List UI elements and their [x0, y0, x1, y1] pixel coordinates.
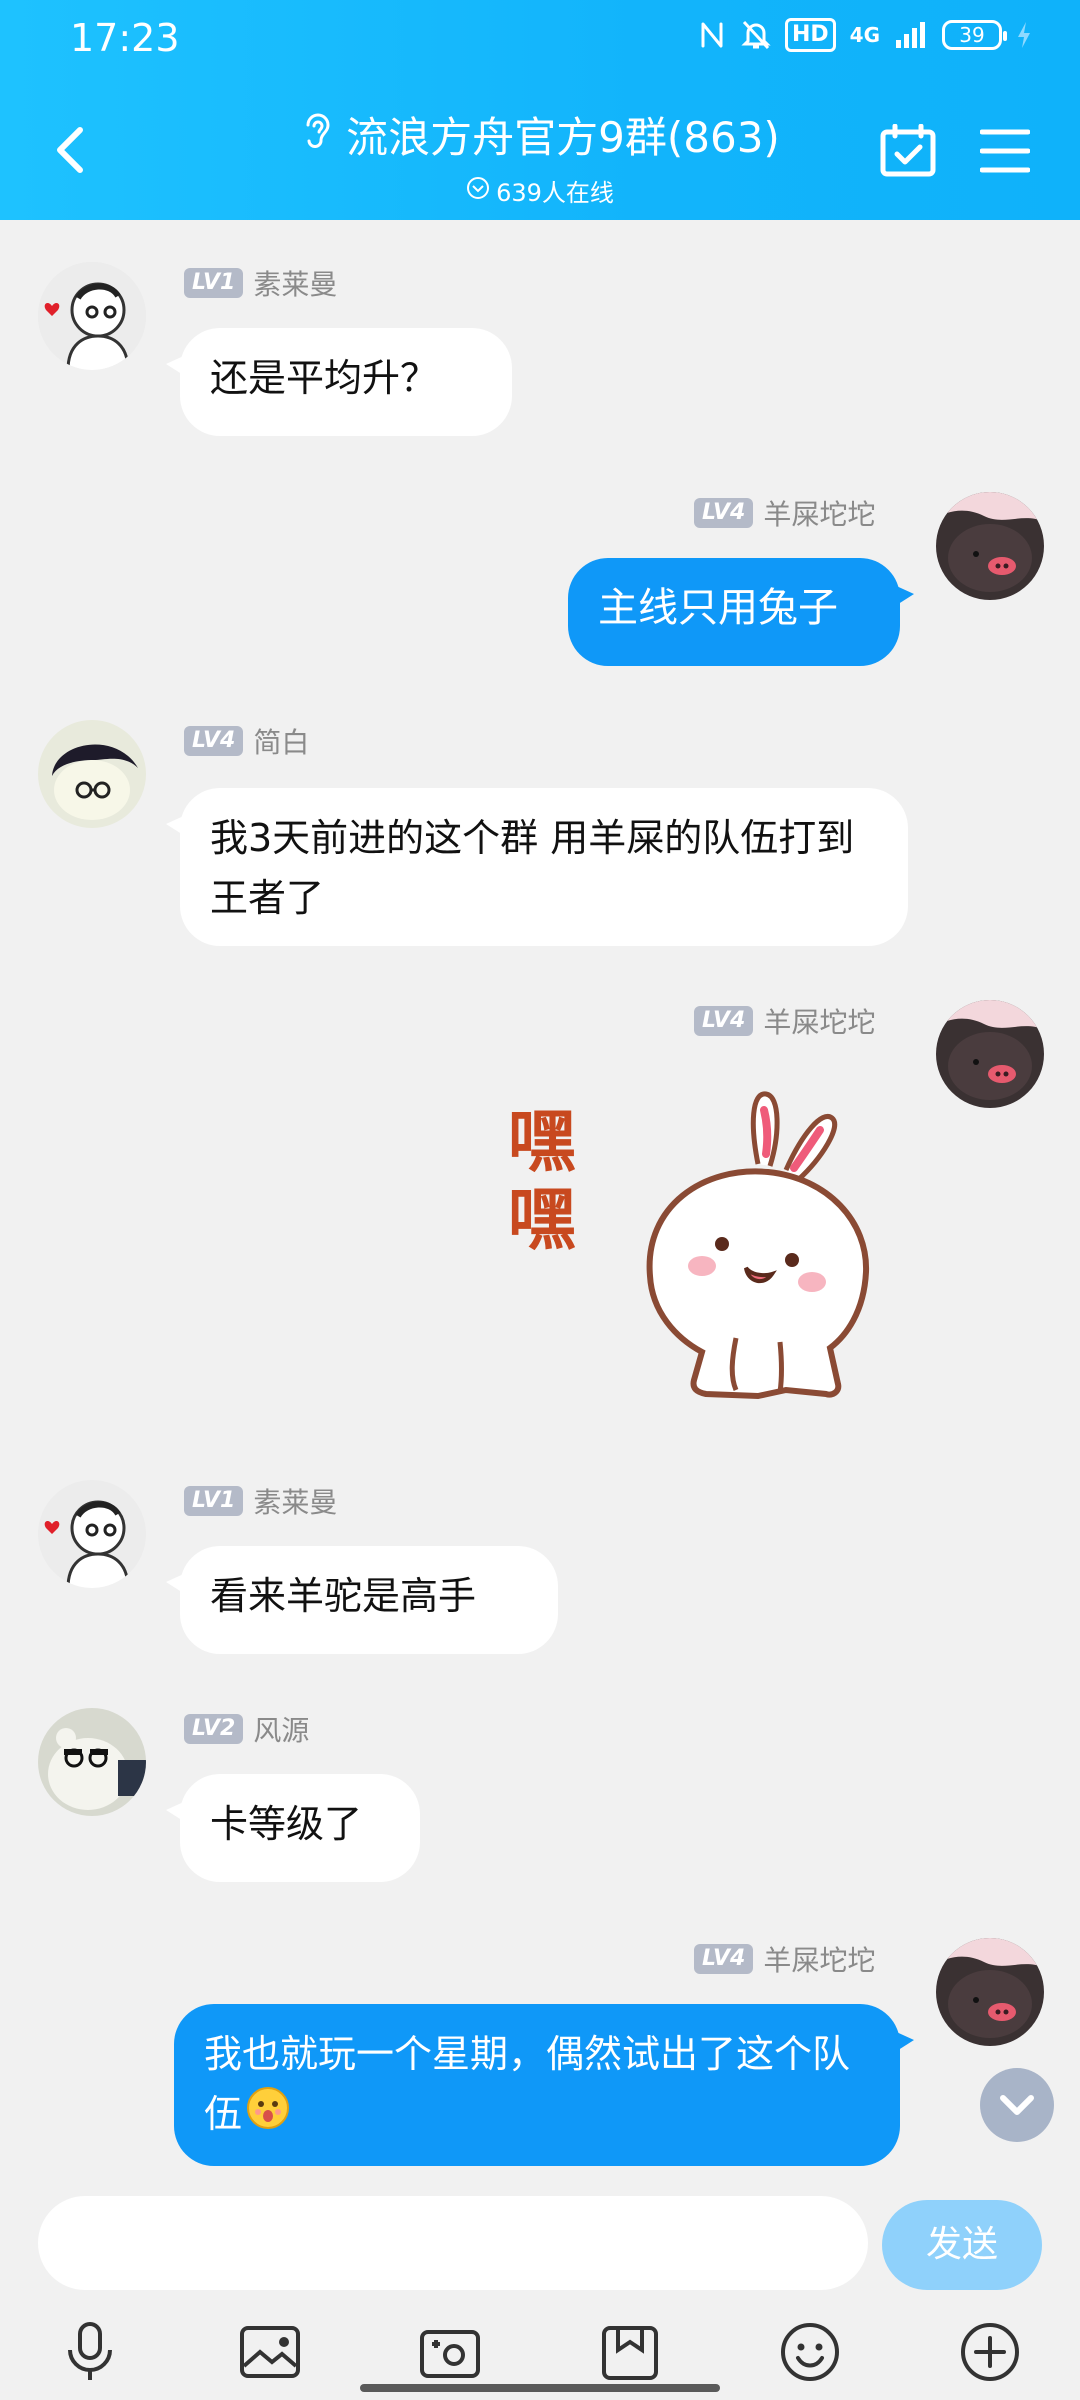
group-title: 流浪方舟官方9群(863)	[346, 113, 780, 162]
level-badge: LV2	[184, 1714, 244, 1744]
message-meta: LV4 羊屎坨坨	[694, 493, 875, 533]
chevron-down-icon	[1000, 2095, 1034, 2115]
sender-name[interactable]: 简白	[253, 721, 309, 761]
camera-icon	[420, 2330, 480, 2378]
avatar[interactable]	[936, 1938, 1044, 2046]
calendar-button[interactable]	[880, 123, 936, 178]
scroll-to-bottom-button[interactable]	[980, 2068, 1054, 2142]
chevron-down-circle-icon	[466, 176, 490, 206]
mute-bell-icon	[741, 19, 771, 51]
file-button[interactable]	[598, 2320, 662, 2384]
status-time: 17:23	[70, 16, 180, 60]
message-meta: LV1 素莱曼	[184, 1481, 337, 1521]
sender-name[interactable]: 羊屎坨坨	[763, 1939, 875, 1979]
message-bubble[interactable]: 我3天前进的这个群 用羊屎的队伍打到王者了	[166, 788, 908, 946]
image-button[interactable]	[238, 2320, 302, 2384]
message-meta: LV2 风源	[184, 1709, 309, 1749]
sender-name[interactable]: 羊屎坨坨	[763, 1001, 875, 1041]
charging-icon	[1016, 20, 1032, 50]
plus-icon	[961, 2323, 1019, 2381]
message-bubble[interactable]: 卡等级了	[166, 1774, 420, 1882]
menu-button[interactable]	[979, 128, 1031, 174]
emoji-button[interactable]	[778, 2320, 842, 2384]
menu-icon	[979, 129, 1031, 173]
avatar-pig-icon	[936, 1938, 1044, 2046]
ear-icon	[300, 109, 334, 161]
avatar-sketch-icon	[38, 262, 146, 370]
file-icon	[602, 2326, 658, 2380]
avatar-sketch-icon	[38, 1480, 146, 1588]
signal-icon	[894, 20, 928, 50]
avatar[interactable]	[38, 262, 146, 370]
image-icon	[240, 2326, 300, 2378]
battery-icon: 39	[942, 20, 1007, 50]
chat-header: 17:23 HD 4G 39 流浪方舟官方9群(863) 639人在线	[0, 0, 1080, 220]
message-bubble[interactable]: 还是平均升？	[166, 328, 512, 436]
message-meta: LV4 羊屎坨坨	[694, 1001, 875, 1041]
sender-name[interactable]: 素莱曼	[253, 263, 337, 303]
emoji-surprised-icon	[246, 2086, 290, 2147]
message-meta: LV1 素莱曼	[184, 263, 337, 303]
sender-name[interactable]: 风源	[253, 1709, 309, 1749]
avatar[interactable]	[38, 1480, 146, 1588]
level-badge: LV4	[694, 1944, 754, 1974]
more-button[interactable]	[958, 2320, 1022, 2384]
camera-button[interactable]	[418, 2320, 482, 2384]
network-label: 4G	[849, 23, 880, 47]
send-button[interactable]: 发送	[882, 2200, 1042, 2290]
emoji-icon	[781, 2323, 839, 2381]
message-meta: LV4 羊屎坨坨	[694, 1939, 875, 1979]
avatar[interactable]	[936, 492, 1044, 600]
sticker-message[interactable]: 嘿嘿	[500, 1076, 900, 1426]
message-bubble[interactable]: 看来羊驼是高手	[166, 1546, 558, 1654]
level-badge: LV1	[184, 268, 244, 298]
home-indicator[interactable]	[360, 2384, 720, 2392]
calendar-check-icon	[880, 123, 936, 177]
message-text: 我也就玩一个星期，偶然试出了这个队伍	[204, 2032, 851, 2136]
avatar[interactable]	[38, 720, 146, 828]
online-count: 639人在线	[496, 179, 614, 207]
sender-name[interactable]: 羊屎坨坨	[763, 493, 875, 533]
nfc-icon	[697, 20, 727, 50]
avatar-pig-icon	[936, 492, 1044, 600]
voice-button[interactable]	[58, 2320, 122, 2384]
level-badge: LV1	[184, 1486, 244, 1516]
avatar-pig-icon	[936, 1000, 1044, 1108]
level-badge: LV4	[694, 498, 754, 528]
message-bubble[interactable]: 主线只用兔子	[568, 558, 914, 666]
sender-name[interactable]: 素莱曼	[253, 1481, 337, 1521]
avatar[interactable]	[936, 1000, 1044, 1108]
hd-icon: HD	[784, 18, 836, 52]
status-icons: HD 4G 39	[697, 18, 1032, 52]
mic-icon	[68, 2322, 112, 2380]
message-bubble[interactable]: 我也就玩一个星期，偶然试出了这个队伍	[174, 2004, 914, 2166]
input-bar: 发送	[0, 2172, 1080, 2292]
message-meta: LV4 简白	[184, 721, 309, 761]
avatar[interactable]	[38, 1708, 146, 1816]
level-badge: LV4	[694, 1006, 754, 1036]
level-badge: LV4	[184, 726, 244, 756]
bunny-sticker-icon	[646, 1091, 870, 1400]
message-input[interactable]	[38, 2196, 868, 2290]
avatar-glasses-icon	[38, 720, 146, 828]
avatar-bear-icon	[38, 1708, 146, 1816]
